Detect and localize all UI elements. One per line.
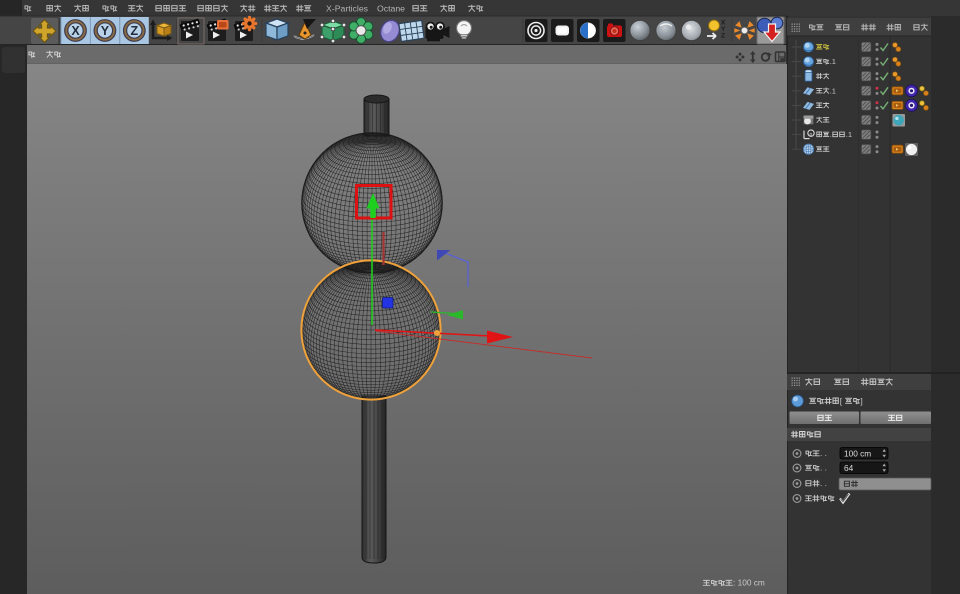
- svg-text:.1: .1: [830, 86, 836, 95]
- svg-text:Z: Z: [130, 24, 138, 38]
- svg-text:]: ]: [860, 396, 862, 406]
- svg-text:.: .: [830, 130, 832, 139]
- svg-text:.1: .1: [846, 130, 852, 139]
- svg-text:64: 64: [844, 463, 854, 473]
- svg-text:Y: Y: [101, 24, 110, 38]
- svg-text:100 cm: 100 cm: [844, 449, 871, 459]
- svg-text:: 100 cm: : 100 cm: [733, 578, 765, 588]
- svg-text:Octane: Octane: [377, 3, 405, 13]
- svg-text:. .: . .: [820, 463, 827, 473]
- svg-text:. .: . .: [820, 448, 827, 458]
- svg-text:X-Particles: X-Particles: [326, 3, 369, 13]
- svg-text:Z: Z: [721, 33, 725, 40]
- svg-text:.1: .1: [830, 57, 836, 66]
- svg-text:o: o: [810, 132, 813, 138]
- svg-text:X: X: [71, 24, 80, 38]
- svg-text:. .: . .: [820, 478, 827, 488]
